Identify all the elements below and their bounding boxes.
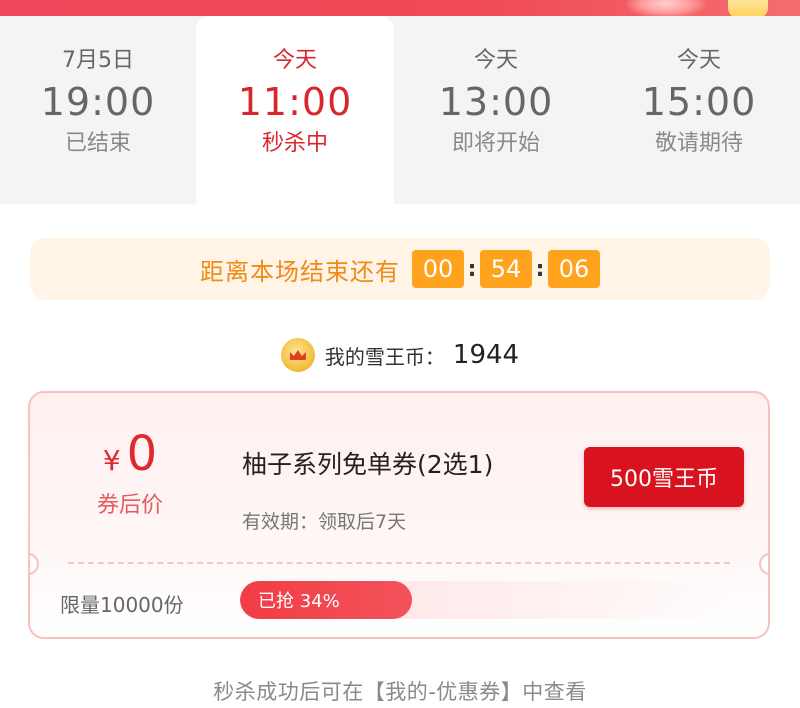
tab-session-1[interactable]: 7月5日 19:00 已结束 xyxy=(0,16,196,204)
countdown-hours: 00 xyxy=(412,250,464,288)
coupon-notch-left xyxy=(30,553,39,575)
redeem-button[interactable]: 500雪王币 xyxy=(584,447,744,507)
tab-session-2[interactable]: 今天 11:00 秒杀中 xyxy=(196,16,394,204)
tab-day: 今天 xyxy=(473,48,518,73)
tab-status: 秒杀中 xyxy=(261,131,328,156)
coupon-divider xyxy=(68,562,730,564)
coin-balance: 我的雪王币： 1944 xyxy=(0,335,800,375)
price-value: 0 xyxy=(126,426,158,482)
tab-time: 15:00 xyxy=(641,80,757,124)
progress-fill: 已抢 34% xyxy=(240,581,412,619)
countdown-minutes: 54 xyxy=(480,250,532,288)
countdown-seconds: 06 xyxy=(548,250,600,288)
countdown-separator: : xyxy=(467,256,477,282)
tab-time: 11:00 xyxy=(237,80,353,124)
currency-symbol: ¥ xyxy=(102,444,121,477)
coin-icon xyxy=(280,338,315,372)
tab-session-4[interactable]: 今天 15:00 敬请期待 xyxy=(598,16,800,204)
coupon-notch-right xyxy=(759,553,768,575)
footer-note: 秒杀成功后可在【我的-优惠券】中查看 xyxy=(213,680,587,704)
coupon-title: 柚子系列免单券(2选1) xyxy=(242,450,494,479)
balance-value: 1944 xyxy=(452,340,520,370)
limit-label: 限量10000份 xyxy=(60,593,184,617)
tab-status: 敬请期待 xyxy=(654,131,743,156)
coupon-validity: 有效期：领取后7天 xyxy=(242,511,407,533)
tab-session-3[interactable]: 今天 13:00 即将开始 xyxy=(394,16,598,204)
tab-time: 19:00 xyxy=(40,80,156,124)
countdown-label: 距离本场结束还有 xyxy=(200,257,400,286)
coupon-info: 柚子系列免单券(2选1) 有效期：领取后7天 xyxy=(242,445,493,534)
price-area: ¥ 0 券后价 xyxy=(30,425,230,519)
tab-day: 今天 xyxy=(676,48,721,73)
countdown-bar: 距离本场结束还有 00 : 54 : 06 xyxy=(30,238,770,300)
balance-label: 我的雪王币： xyxy=(324,344,445,369)
session-tabs: 7月5日 19:00 已结束 今天 11:00 秒杀中 今天 13:00 即将开… xyxy=(0,16,800,204)
crown-icon xyxy=(289,350,306,360)
coupon-card: ¥ 0 券后价 柚子系列免单券(2选1) 有效期：领取后7天 500雪王币 限量… xyxy=(28,391,770,639)
price: ¥ 0 xyxy=(30,425,230,483)
tab-time: 13:00 xyxy=(438,80,554,124)
progress-label: 已抢 34% xyxy=(258,591,340,612)
tab-status: 已结束 xyxy=(64,131,131,156)
tab-day: 7月5日 xyxy=(62,48,134,73)
tab-day: 今天 xyxy=(272,48,317,73)
progress-bar: 已抢 34% xyxy=(240,581,730,619)
tab-status: 即将开始 xyxy=(451,131,540,156)
countdown-separator: : xyxy=(535,256,545,282)
price-label: 券后价 xyxy=(96,493,163,518)
